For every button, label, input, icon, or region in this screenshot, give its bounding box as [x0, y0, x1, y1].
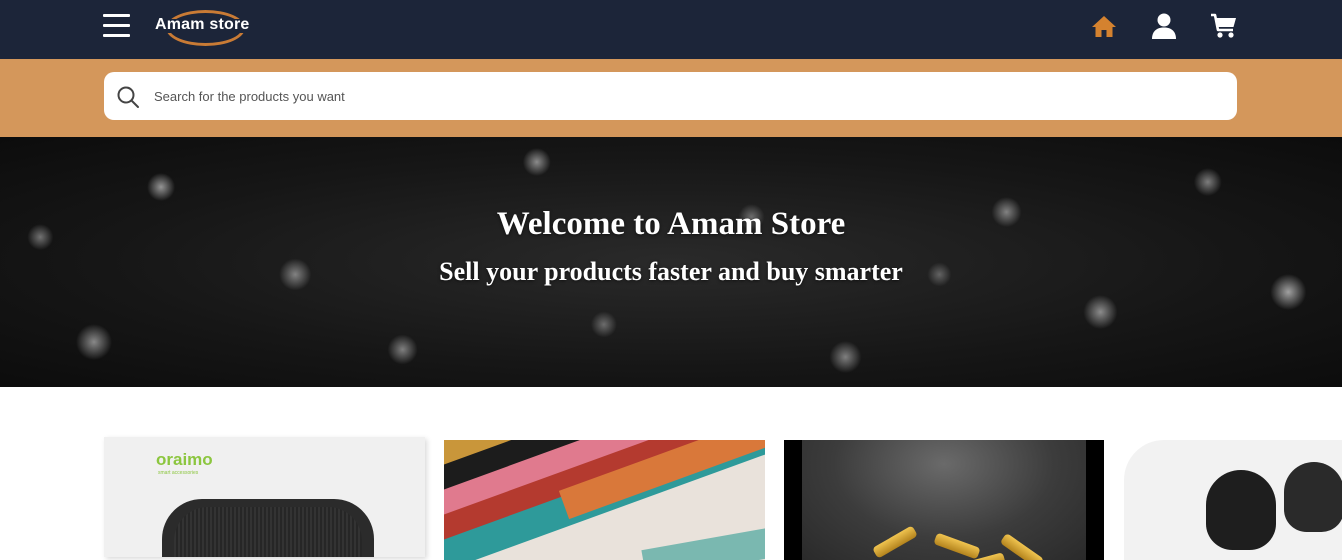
- hero-banner: Welcome to Amam Store Sell your products…: [0, 137, 1342, 387]
- search-icon[interactable]: [116, 85, 140, 109]
- search-section: [0, 59, 1342, 137]
- home-icon[interactable]: [1090, 12, 1118, 40]
- product-card-scarves[interactable]: [444, 440, 765, 560]
- logo-text: Amam store: [155, 16, 250, 33]
- product-card-cufflinks[interactable]: [784, 440, 1104, 560]
- product-brand-logo: oraimo: [156, 450, 213, 469]
- top-navbar: Amam store: [0, 0, 1342, 59]
- search-input[interactable]: [154, 84, 1214, 108]
- product-card-earbuds[interactable]: [1124, 440, 1342, 560]
- hero-title: Welcome to Amam Store: [496, 206, 846, 242]
- hamburger-menu-icon[interactable]: [103, 13, 130, 38]
- product-brand-tagline: smart accessories: [158, 470, 199, 476]
- user-icon[interactable]: [1150, 12, 1178, 40]
- product-card-speaker[interactable]: oraimo smart accessories: [104, 437, 425, 557]
- hero-subtitle: Sell your products faster and buy smarte…: [439, 257, 903, 286]
- search-bar[interactable]: [104, 72, 1237, 120]
- product-list: oraimo smart accessories: [0, 387, 1342, 560]
- earbuds-image: [1206, 470, 1276, 550]
- cart-icon[interactable]: [1210, 12, 1238, 40]
- store-logo[interactable]: Amam store: [153, 8, 265, 48]
